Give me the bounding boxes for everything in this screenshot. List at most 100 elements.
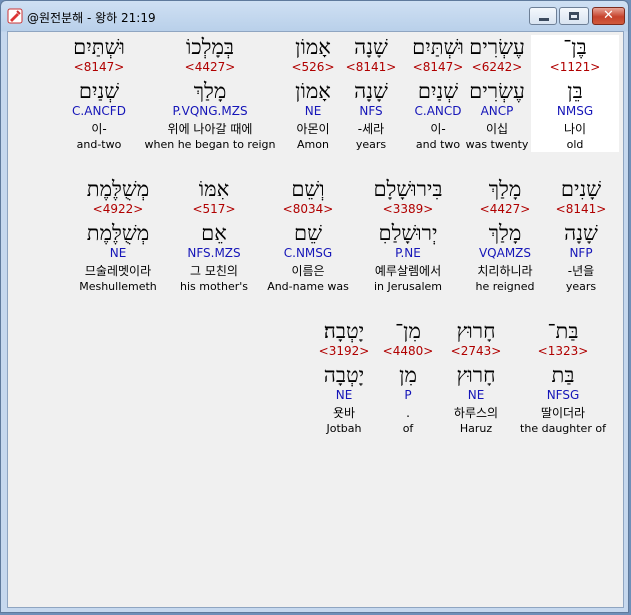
korean-gloss: 이- bbox=[91, 122, 107, 136]
hebrew-word: בַּת־ bbox=[547, 319, 579, 343]
word-cell[interactable]: בִּירוּשָׁלָם <3389> יְרוּשָׁלַםִ P.NE 예… bbox=[358, 177, 458, 294]
morphology: NE bbox=[109, 246, 127, 260]
title-bar[interactable]: @원전분해 - 왕하 21:19 ✕ bbox=[1, 1, 628, 31]
morphology: NE bbox=[304, 104, 322, 118]
word-cell[interactable]: שָׁנִים <8141> שָׁנָה NFP -년을 years bbox=[546, 177, 616, 294]
korean-gloss: 아몬이 bbox=[296, 122, 330, 136]
word-cell[interactable]: מְשֻׁלֶּמֶת <4922> מְשֻׁלֶּמֶת NE 므술레멧이라… bbox=[70, 177, 166, 294]
english-gloss: when he began to reign bbox=[144, 138, 276, 151]
morphology: NFSG bbox=[546, 388, 580, 402]
close-button[interactable]: ✕ bbox=[592, 7, 625, 25]
app-icon bbox=[7, 8, 23, 24]
morphology: NMSG bbox=[556, 104, 594, 118]
lexeme: שְׁנַיִם bbox=[417, 79, 459, 103]
morphology: C.NMSG bbox=[283, 246, 333, 260]
interlinear-panel: בֶּן־ <1121> בֵּן NMSG 나이 old עֶשְׂרִים … bbox=[7, 31, 624, 608]
lexeme: אֵם bbox=[201, 221, 227, 245]
english-gloss: old bbox=[566, 138, 584, 151]
hebrew-word: שָׁנָה bbox=[354, 35, 388, 59]
word-cell[interactable]: וּשְׁתַּיִם <8147> שְׁנַיִם C.ANCFD 이- a… bbox=[56, 35, 142, 152]
strong-number: <1323> bbox=[537, 344, 589, 358]
minimize-icon bbox=[539, 18, 549, 21]
strong-number: <526> bbox=[291, 60, 335, 74]
korean-gloss: . bbox=[406, 406, 410, 420]
strong-number: <4480> bbox=[382, 344, 434, 358]
korean-gloss: 이- bbox=[430, 122, 446, 136]
korean-gloss: 그 모친의 bbox=[190, 264, 238, 278]
morphology: P.VQNG.MZS bbox=[172, 104, 248, 118]
english-gloss: Meshullemeth bbox=[79, 280, 157, 293]
english-gloss: Jotbah bbox=[326, 422, 362, 435]
hebrew-word: בְּמָלְכוֹ bbox=[185, 35, 235, 59]
word-cell[interactable]: חָרוּץ <2743> חָרוּץ NE 하루스의 Haruz bbox=[438, 319, 514, 436]
word-cell[interactable]: בְּמָלְכוֹ <4427> מָלַךְ P.VQNG.MZS 위에 나… bbox=[136, 35, 284, 152]
lexeme: שָׁנָה bbox=[564, 221, 598, 245]
word-cell[interactable]: וּשְׁתַּיִם <8147> שְׁנַיִם C.ANCD 이- an… bbox=[396, 35, 480, 152]
english-gloss: and two bbox=[415, 138, 461, 151]
word-cell[interactable]: אָמוֹן <526> אָמוֹן NE 아몬이 Amon bbox=[278, 35, 348, 152]
word-cell[interactable]: וְשֵׁם <8034> שֵׁם C.NMSG 이름은 And-name w… bbox=[260, 177, 356, 294]
hebrew-word: אָמוֹן bbox=[295, 35, 331, 59]
strong-number: <3389> bbox=[382, 202, 434, 216]
morphology: C.ANCFD bbox=[72, 104, 126, 118]
strong-number: <3192> bbox=[318, 344, 370, 358]
hebrew-word: אִמּוֹ bbox=[198, 177, 230, 201]
hebrew-word: שָׁנִים bbox=[560, 177, 602, 201]
strong-number: <8147> bbox=[73, 60, 125, 74]
morphology: NFP bbox=[569, 246, 593, 260]
morphology: VQAMZS bbox=[478, 246, 532, 260]
lexeme: שְׁנַיִם bbox=[78, 79, 120, 103]
lexeme: אָמוֹן bbox=[295, 79, 331, 103]
english-gloss: of bbox=[402, 422, 414, 435]
korean-gloss: 딸이더라 bbox=[540, 406, 586, 420]
window-title: @원전분해 - 왕하 21:19 bbox=[27, 11, 156, 25]
hebrew-word: מָלַךְ bbox=[488, 177, 522, 201]
korean-gloss: 위에 나아갈 때에 bbox=[167, 122, 253, 136]
word-cell[interactable]: בֶּן־ <1121> בֵּן NMSG 나이 old bbox=[531, 35, 619, 152]
minimize-button[interactable] bbox=[529, 7, 557, 25]
hebrew-word: מִן־ bbox=[395, 319, 421, 343]
hebrew-word: יָטְבָה׃ bbox=[323, 319, 365, 343]
strong-number: <517> bbox=[192, 202, 236, 216]
morphology: P bbox=[404, 388, 412, 402]
english-gloss: he reigned bbox=[475, 280, 535, 293]
korean-gloss: 치리하니라 bbox=[477, 264, 533, 278]
strong-number: <4427> bbox=[479, 202, 531, 216]
word-cell[interactable]: יָטְבָה׃ <3192> יָטְבָה NE 욧바 Jotbah bbox=[308, 319, 380, 436]
lexeme: שֵׁם bbox=[294, 221, 322, 245]
strong-number: <4922> bbox=[92, 202, 144, 216]
word-cell[interactable]: מָלַךְ <4427> מָלַךְ VQAMZS 치리하니라 he rei… bbox=[460, 177, 550, 294]
hebrew-word: וְשֵׁם bbox=[291, 177, 325, 201]
korean-gloss: 므술레멧이라 bbox=[84, 264, 152, 278]
lexeme: מְשֻׁלֶּמֶת bbox=[86, 221, 150, 245]
english-gloss: years bbox=[565, 280, 597, 293]
hebrew-word: חָרוּץ bbox=[456, 319, 496, 343]
strong-number: <2743> bbox=[450, 344, 502, 358]
word-cell[interactable]: שָׁנָה <8141> שָׁנָה NFS -세라 years bbox=[340, 35, 402, 152]
word-cell[interactable]: בַּת־ <1323> בַּת NFSG 딸이더라 the daughter… bbox=[516, 319, 610, 436]
english-gloss: years bbox=[355, 138, 387, 151]
english-gloss: in Jerusalem bbox=[373, 280, 443, 293]
english-gloss: Haruz bbox=[459, 422, 493, 435]
hebrew-word: וּשְׁתַּיִם bbox=[73, 35, 125, 59]
lexeme: יְרוּשָׁלַםִ bbox=[378, 221, 438, 245]
word-cell[interactable]: מִן־ <4480> מִן P . of bbox=[380, 319, 436, 436]
close-icon: ✕ bbox=[603, 8, 614, 23]
hebrew-word: וּשְׁתַּיִם bbox=[412, 35, 464, 59]
strong-number: <1121> bbox=[549, 60, 601, 74]
english-gloss: the daughter of bbox=[520, 422, 606, 435]
word-cell[interactable]: אִמּוֹ <517> אֵם NFS.MZS 그 모친의 his mothe… bbox=[172, 177, 256, 294]
lexeme: בַּת bbox=[551, 363, 575, 387]
korean-gloss: 욧바 bbox=[332, 406, 356, 420]
korean-gloss: -세라 bbox=[357, 122, 385, 136]
english-gloss: Amon bbox=[297, 138, 329, 151]
english-gloss: And-name was bbox=[267, 280, 349, 293]
morphology: NFS bbox=[359, 104, 383, 118]
strong-number: <8141> bbox=[555, 202, 607, 216]
lexeme: מָלַךְ bbox=[488, 221, 522, 245]
lexeme: מָלַךְ bbox=[193, 79, 227, 103]
hebrew-word: בֶּן־ bbox=[563, 35, 587, 59]
morphology: NE bbox=[467, 388, 485, 402]
maximize-button[interactable] bbox=[559, 7, 589, 25]
lexeme: חָרוּץ bbox=[456, 363, 496, 387]
